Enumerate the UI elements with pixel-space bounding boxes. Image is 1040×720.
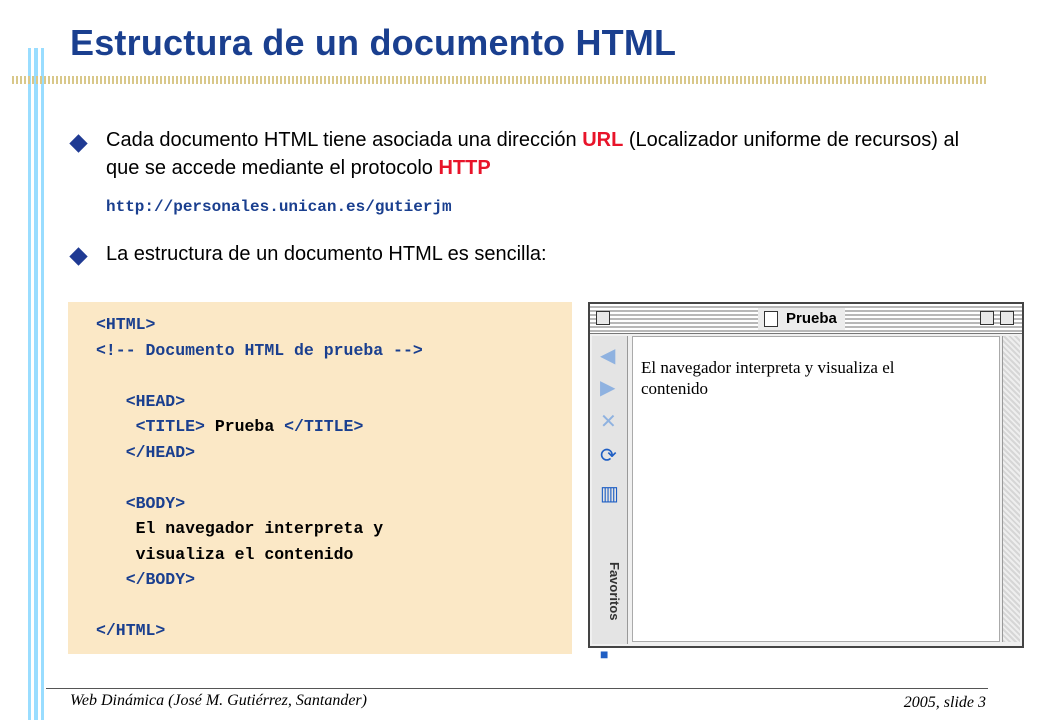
collapse-box-icon[interactable] [1000,311,1014,325]
decorative-vertical-bars [28,48,44,720]
code-line: <HTML> [96,315,156,334]
code-line: <BODY> [96,493,186,513]
browser-window: Prueba ◀ ▶ ✕ ⟳ ▥ Favoritos ■ El navegado… [588,302,1024,662]
code-listing: <HTML> <!-- Documento HTML de prueba --> … [96,312,423,644]
refresh-icon[interactable]: ⟳ [600,446,617,466]
code-line: <TITLE> Prueba </TITLE> [96,417,364,436]
browser-sidebar: ◀ ▶ ✕ ⟳ ▥ Favoritos ■ [592,336,628,662]
bullet-icon [69,247,88,266]
rendered-content: El navegador interpreta y visualiza el c… [641,358,895,398]
scrollbar[interactable] [1002,336,1020,642]
window-titlebar[interactable]: Prueba [590,304,1022,334]
footer-author: Web Dinámica (José M. Gutiérrez, Santand… [70,692,367,709]
code-line: El navegador interpreta y [96,519,384,538]
close-box-icon[interactable] [596,311,610,325]
code-line: <!-- Documento HTML de prueba --> [96,340,423,360]
slide-title: Estructura de un documento HTML [70,22,677,63]
bullet-icon [69,134,88,153]
code-line: <HEAD> [96,391,186,411]
document-icon [764,311,778,327]
code-line: </BODY> [96,570,196,589]
footer-divider [46,688,988,689]
zoom-box-icon[interactable] [980,311,994,325]
stop-icon[interactable]: ✕ [600,412,617,432]
browser-content: El navegador interpreta y visualiza el c… [632,336,1000,642]
toolbar-icon[interactable]: ▥ [600,484,619,504]
title-divider [12,76,988,84]
http-highlight: HTTP [438,157,491,179]
window-title: Prueba [758,308,845,330]
page-icon[interactable]: ■ [600,644,608,664]
code-line: visualiza el contenido [96,544,354,564]
code-line: </HTML> [96,621,166,640]
footer-slide-number: 2005, slide 3 [903,694,986,711]
favoritos-tab[interactable]: Favoritos [596,546,622,636]
bullet-url-text: Cada documento HTML tiene asociada una d… [106,129,960,179]
forward-arrow-icon[interactable]: ▶ [600,378,615,398]
code-example-box: <HTML> <!-- Documento HTML de prueba --> … [68,302,572,654]
url-highlight: URL [582,129,624,151]
bullet-structure-text: La estructura de un documento HTML es se… [106,243,547,265]
code-line: </HEAD> [96,442,196,462]
back-arrow-icon[interactable]: ◀ [600,346,615,366]
example-url[interactable]: http://personales.unican.es/gutierjm [106,198,452,216]
